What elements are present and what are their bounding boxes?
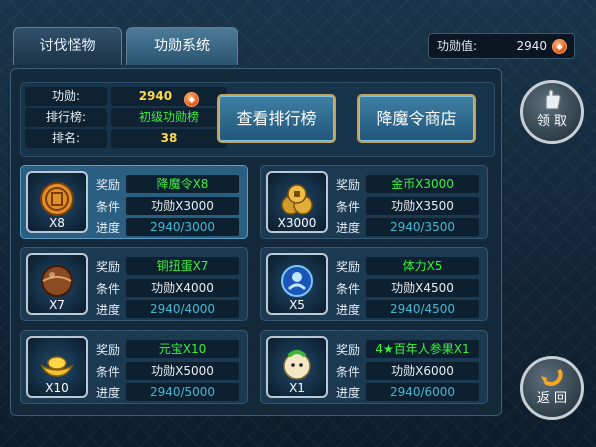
reward-value: 降魔令X8: [126, 175, 239, 193]
reward-card[interactable]: X7 奖励 铜扭蛋X7 条件 功勋X4000 进度 2940/4000: [20, 247, 248, 321]
merit-total-value: 2940: [516, 39, 547, 53]
condition-label: 条件: [96, 365, 121, 379]
reward-item-slot: X8: [26, 171, 88, 233]
condition-label: 条件: [336, 282, 361, 296]
info-merit-label: 功勋:: [25, 87, 107, 106]
back-button-label: 返 回: [536, 391, 568, 406]
reward-card[interactable]: X10 奖励 元宝X10 条件 功勋X5000 进度 2940/5000: [20, 330, 248, 404]
reward-label: 奖励: [336, 343, 361, 357]
progress-label: 进度: [96, 221, 121, 235]
reward-value: 4★百年人参果X1: [366, 340, 479, 358]
shop-button[interactable]: 降魔令商店: [357, 94, 476, 143]
reward-label: 奖励: [96, 178, 121, 192]
reward-quantity: X10: [45, 381, 69, 395]
reward-item-slot: X3000: [266, 171, 328, 233]
reward-label: 奖励: [96, 260, 121, 274]
merit-total-label: 功勋值:: [437, 39, 478, 53]
reward-label: 奖励: [96, 343, 121, 357]
progress-label: 进度: [96, 303, 121, 317]
condition-value: 功勋X4000: [126, 279, 239, 297]
progress-value: 2940/5000: [126, 383, 239, 401]
info-rank-board-value: 初级功勋榜: [111, 108, 227, 127]
tab-hunt-monsters[interactable]: 讨伐怪物: [13, 27, 122, 65]
reward-item-slot: X10: [26, 336, 88, 398]
progress-label: 进度: [96, 386, 121, 400]
merit-coin-icon: ◆: [552, 39, 567, 54]
reward-card[interactable]: X8 奖励 降魔令X8 条件 功勋X3000 进度 2940/3000: [20, 165, 248, 239]
reward-quantity: X3000: [277, 216, 317, 230]
claim-button[interactable]: 领 取: [520, 80, 584, 144]
reward-value: 体力X5: [366, 257, 479, 275]
condition-value: 功勋X5000: [126, 362, 239, 380]
reward-quantity: X5: [289, 298, 305, 312]
reward-card[interactable]: X1 奖励 4★百年人参果X1 条件 功勋X6000 进度 2940/6000: [260, 330, 488, 404]
condition-label: 条件: [336, 365, 361, 379]
condition-label: 条件: [96, 200, 121, 214]
condition-label: 条件: [96, 282, 121, 296]
gold-coins-icon: [281, 184, 313, 215]
reward-quantity: X8: [49, 216, 65, 230]
condition-label: 条件: [336, 200, 361, 214]
reward-card[interactable]: X3000 奖励 金币X3000 条件 功勋X3500 进度 2940/3500: [260, 165, 488, 239]
info-merit-value: 2940: [138, 89, 173, 103]
reward-quantity: X1: [289, 381, 305, 395]
token-icon: [40, 182, 74, 216]
claim-button-label: 领 取: [536, 114, 568, 129]
info-row-rank: 排名: 38: [25, 129, 235, 148]
merit-total-display: 功勋值: 2940 ◆: [428, 33, 575, 59]
back-button[interactable]: 返 回: [520, 356, 584, 420]
gold-ingot-icon: [40, 356, 74, 377]
info-rank-value: 38: [111, 129, 227, 148]
info-row-merit: 功勋: 2940 ◆: [25, 87, 235, 107]
reward-label: 奖励: [336, 178, 361, 192]
reward-value: 元宝X10: [126, 340, 239, 358]
reward-label: 奖励: [336, 260, 361, 274]
ginseng-icon: [283, 350, 311, 380]
reward-value: 金币X3000: [366, 175, 479, 193]
info-row-rank-board: 排行榜: 初级功勋榜: [25, 108, 235, 127]
return-arrow-icon: [541, 368, 563, 386]
merit-coin-icon: ◆: [184, 92, 200, 107]
info-rank-label: 排名:: [25, 129, 107, 148]
stamina-orb-icon: [281, 265, 313, 297]
condition-value: 功勋X4500: [366, 279, 479, 297]
progress-label: 进度: [336, 221, 361, 235]
info-rank-board-label: 排行榜:: [25, 108, 107, 127]
reward-card[interactable]: X5 奖励 体力X5 条件 功勋X4500 进度 2940/4500: [260, 247, 488, 321]
progress-value: 2940/4500: [366, 300, 479, 318]
progress-value: 2940/3500: [366, 218, 479, 236]
progress-label: 进度: [336, 386, 361, 400]
condition-value: 功勋X6000: [366, 362, 479, 380]
reward-value: 铜扭蛋X7: [126, 257, 239, 275]
hand-icon: [545, 89, 561, 110]
progress-label: 进度: [336, 303, 361, 317]
reward-item-slot: X1: [266, 336, 328, 398]
view-rank-button[interactable]: 查看排行榜: [217, 94, 336, 143]
tab-merit-system[interactable]: 功勋系统: [126, 27, 238, 65]
reward-quantity: X7: [49, 298, 65, 312]
reward-item-slot: X5: [266, 253, 328, 315]
condition-value: 功勋X3500: [366, 197, 479, 215]
reward-item-slot: X7: [26, 253, 88, 315]
progress-value: 2940/4000: [126, 300, 239, 318]
progress-value: 2940/6000: [366, 383, 479, 401]
progress-value: 2940/3000: [126, 218, 239, 236]
condition-value: 功勋X3000: [126, 197, 239, 215]
copper-egg-icon: [41, 265, 73, 297]
